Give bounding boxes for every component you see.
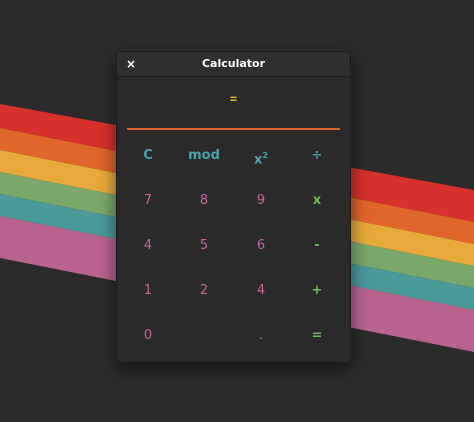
digit-0-button[interactable]: 0 xyxy=(120,314,176,358)
square-button[interactable]: x2 xyxy=(233,134,289,178)
digit-7-button[interactable]: 7 xyxy=(120,179,176,223)
digit-6-button[interactable]: 6 xyxy=(233,224,289,268)
square-button-exponent: 2 xyxy=(262,151,268,160)
window-title: Calculator xyxy=(201,57,266,70)
close-button[interactable]: × xyxy=(123,56,139,72)
display: = xyxy=(127,82,340,128)
plus-button[interactable]: + xyxy=(289,269,345,313)
minus-button[interactable]: - xyxy=(289,224,345,268)
multiply-button[interactable]: x xyxy=(289,179,345,223)
digit-1-button[interactable]: 1 xyxy=(120,269,176,313)
display-value: = xyxy=(229,92,238,106)
divide-button[interactable]: ÷ xyxy=(289,134,345,178)
titlebar: × Calculator xyxy=(117,52,350,77)
digit-9-button[interactable]: 9 xyxy=(233,179,289,223)
digit-8-button[interactable]: 8 xyxy=(176,179,232,223)
mod-button[interactable]: mod xyxy=(176,134,232,178)
digit-2-button[interactable]: 2 xyxy=(176,269,232,313)
clear-button[interactable]: C xyxy=(120,134,176,178)
decimal-point-button[interactable]: . xyxy=(233,314,289,358)
calculator-window: × Calculator = C mod x2 ÷ 7 8 9 x 4 5 6 … xyxy=(116,51,351,363)
close-icon: × xyxy=(125,57,137,71)
digit-5-button[interactable]: 5 xyxy=(176,224,232,268)
equals-button[interactable]: = xyxy=(289,314,345,358)
digit-4-button[interactable]: 4 xyxy=(120,224,176,268)
display-underline xyxy=(127,128,340,130)
digit-4-secondary-button[interactable]: 4 xyxy=(233,269,289,313)
